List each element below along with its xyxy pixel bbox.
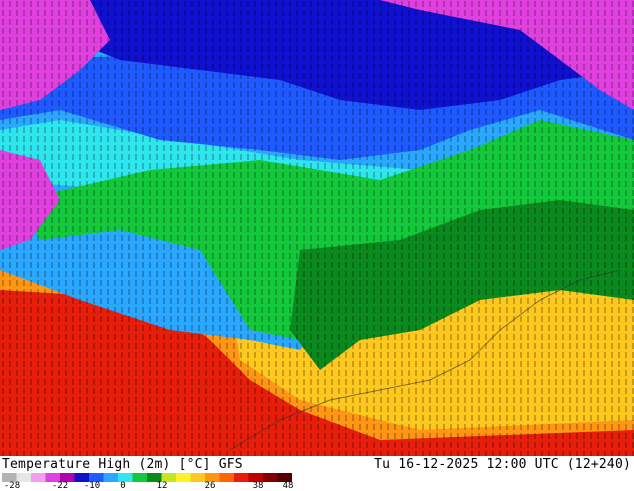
valid-datetime: Tu 16-12-2025 12:00 UTC (12+240) [374, 457, 631, 472]
value-grid-overlay [0, 0, 634, 456]
temperature-map [0, 0, 634, 456]
footer: Temperature High (2m) [°C] GFS Tu 16-12-… [0, 456, 634, 491]
map-title: Temperature High (2m) [°C] GFS [2, 457, 243, 472]
